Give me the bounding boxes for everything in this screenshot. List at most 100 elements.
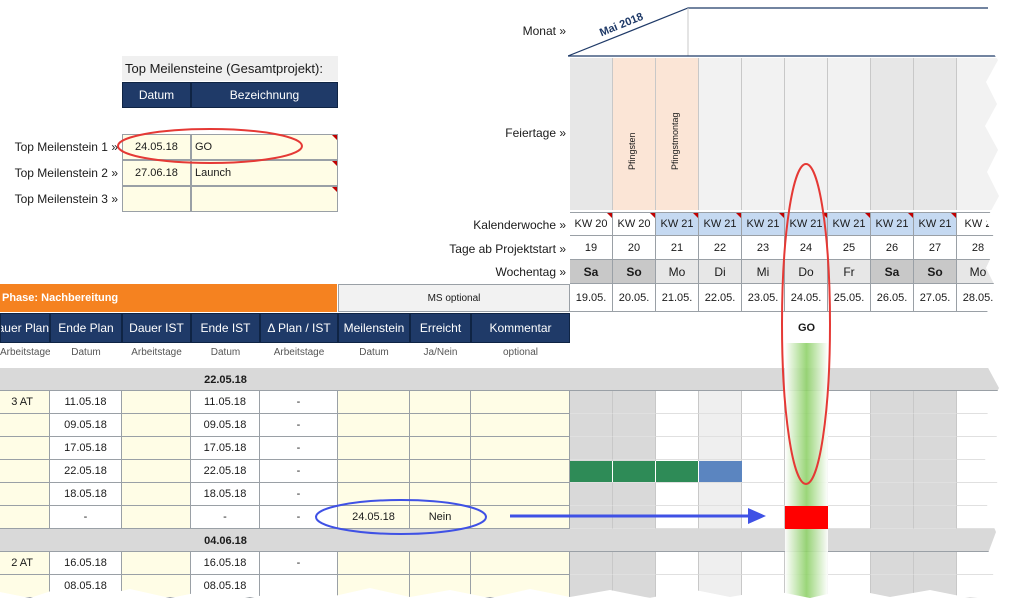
milestone-name-cell[interactable] bbox=[191, 186, 338, 212]
cell-dauer-ist[interactable] bbox=[122, 575, 191, 598]
cell-ende-plan[interactable]: 09.05.18 bbox=[50, 414, 122, 437]
gantt-bar-actual[interactable] bbox=[699, 461, 742, 482]
cell-ende-plan[interactable]: - bbox=[50, 506, 122, 529]
column-header[interactable]: Ende Plan bbox=[50, 313, 122, 343]
gantt-cell bbox=[699, 575, 742, 598]
cell-kommentar[interactable] bbox=[471, 483, 570, 506]
cell-kommentar[interactable] bbox=[471, 437, 570, 460]
ms-optional-label: MS optional bbox=[427, 292, 481, 304]
cell-erreicht[interactable] bbox=[410, 437, 471, 460]
cell-ende-ist[interactable]: 09.05.18 bbox=[191, 414, 260, 437]
cell-delta[interactable]: - bbox=[260, 483, 338, 506]
cell-kommentar[interactable] bbox=[471, 575, 570, 598]
milestone-date-cell[interactable]: 24.05.18 bbox=[122, 134, 191, 160]
cell-ms[interactable] bbox=[338, 575, 410, 598]
cell-dauer-ist[interactable] bbox=[122, 506, 191, 529]
gantt-cell bbox=[656, 575, 699, 598]
column-header[interactable]: Meilenstein bbox=[338, 313, 410, 343]
cell-ms[interactable] bbox=[338, 414, 410, 437]
milestone-name-cell[interactable]: GO bbox=[191, 134, 338, 160]
cell-erreicht[interactable] bbox=[410, 414, 471, 437]
cell-ende-ist[interactable]: 08.05.18 bbox=[191, 575, 260, 598]
holiday-column bbox=[785, 58, 828, 210]
cell-ende-plan[interactable]: 11.05.18 bbox=[50, 391, 122, 414]
cell-delta[interactable]: - bbox=[260, 391, 338, 414]
cell-ms[interactable]: 24.05.18 bbox=[338, 506, 410, 529]
cell-erreicht[interactable] bbox=[410, 460, 471, 483]
milestone-name-cell[interactable]: Launch bbox=[191, 160, 338, 186]
cell-kommentar[interactable] bbox=[471, 460, 570, 483]
cell-ms[interactable] bbox=[338, 460, 410, 483]
cell-erreicht[interactable] bbox=[410, 391, 471, 414]
cell-delta[interactable]: - bbox=[260, 460, 338, 483]
monat-label: Monat » bbox=[522, 24, 566, 38]
cell-erreicht[interactable] bbox=[410, 552, 471, 575]
column-header[interactable]: Ende IST bbox=[191, 313, 260, 343]
cell-dauer-plan[interactable]: 2 AT bbox=[0, 552, 50, 575]
cell-delta[interactable] bbox=[260, 575, 338, 598]
cell-dauer-plan[interactable] bbox=[0, 506, 50, 529]
cell-delta[interactable]: - bbox=[260, 414, 338, 437]
cell-ende-ist[interactable]: 16.05.18 bbox=[191, 552, 260, 575]
cell-dauer-ist[interactable] bbox=[122, 414, 191, 437]
cell-dauer-plan[interactable] bbox=[0, 460, 50, 483]
cell-dauer-ist[interactable] bbox=[122, 460, 191, 483]
cell-dauer-plan[interactable] bbox=[0, 414, 50, 437]
cell-ms[interactable] bbox=[338, 483, 410, 506]
cell-dauer-plan[interactable] bbox=[0, 437, 50, 460]
gantt-cell bbox=[742, 552, 785, 575]
milestone-date-cell[interactable] bbox=[122, 186, 191, 212]
column-header[interactable]: Dauer IST bbox=[122, 313, 191, 343]
cell-ms[interactable] bbox=[338, 552, 410, 575]
cell-erreicht[interactable] bbox=[410, 483, 471, 506]
cell-dauer-plan[interactable]: 3 AT bbox=[0, 391, 50, 414]
cell-ms[interactable] bbox=[338, 391, 410, 414]
cell-erreicht[interactable]: Nein bbox=[410, 506, 471, 529]
gantt-cell bbox=[570, 483, 613, 506]
gantt-bar-planned[interactable] bbox=[656, 461, 699, 482]
cell-dauer-ist[interactable] bbox=[122, 437, 191, 460]
cell-ms[interactable] bbox=[338, 437, 410, 460]
cell-ende-ist[interactable]: 17.05.18 bbox=[191, 437, 260, 460]
gantt-cell bbox=[699, 506, 742, 529]
gantt-bar-planned[interactable] bbox=[613, 461, 656, 482]
cell-dauer-plan[interactable] bbox=[0, 483, 50, 506]
gantt-cell bbox=[957, 552, 1000, 575]
cell-dauer-ist[interactable] bbox=[122, 391, 191, 414]
cell-kommentar[interactable] bbox=[471, 391, 570, 414]
gantt-cell bbox=[828, 575, 871, 598]
cell-ende-plan[interactable]: 17.05.18 bbox=[50, 437, 122, 460]
column-header[interactable]: Erreicht bbox=[410, 313, 471, 343]
cell-ende-ist[interactable]: 18.05.18 bbox=[191, 483, 260, 506]
cell-kommentar[interactable] bbox=[471, 414, 570, 437]
column-subheader: optional bbox=[502, 347, 539, 358]
cell-delta[interactable]: - bbox=[260, 552, 338, 575]
cell-kommentar[interactable] bbox=[471, 506, 570, 529]
date-cell: 22.05. bbox=[699, 284, 742, 312]
cell-ende-plan[interactable]: 22.05.18 bbox=[50, 460, 122, 483]
cell-dauer-ist[interactable] bbox=[122, 483, 191, 506]
column-header[interactable]: Kommentar bbox=[471, 313, 570, 343]
cell-ende-ist[interactable]: - bbox=[191, 506, 260, 529]
group-row-date: 04.06.18 bbox=[204, 534, 247, 547]
gantt-cell bbox=[828, 391, 871, 414]
cell-delta[interactable]: - bbox=[260, 506, 338, 529]
cell-ende-ist[interactable]: 11.05.18 bbox=[191, 391, 260, 414]
cell-delta[interactable]: - bbox=[260, 437, 338, 460]
cell-kommentar[interactable] bbox=[471, 552, 570, 575]
column-header[interactable]: Δ Plan / IST bbox=[260, 313, 338, 343]
cell-ende-plan[interactable]: 18.05.18 bbox=[50, 483, 122, 506]
cell-ende-ist[interactable]: 22.05.18 bbox=[191, 460, 260, 483]
group-row bbox=[0, 529, 1000, 552]
gantt-bar-planned[interactable] bbox=[570, 461, 613, 482]
gantt-milestone-marker[interactable] bbox=[785, 506, 828, 529]
cell-dauer-ist[interactable] bbox=[122, 552, 191, 575]
cell-dauer-plan[interactable] bbox=[0, 575, 50, 598]
cell-ende-plan[interactable]: 16.05.18 bbox=[50, 552, 122, 575]
cell-erreicht[interactable] bbox=[410, 575, 471, 598]
column-header[interactable]: Dauer Plan bbox=[0, 313, 50, 343]
gantt-cell bbox=[613, 552, 656, 575]
cell-ende-plan[interactable]: 08.05.18 bbox=[50, 575, 122, 598]
day-number-cell: 25 bbox=[828, 236, 871, 260]
milestone-date-cell[interactable]: 27.06.18 bbox=[122, 160, 191, 186]
